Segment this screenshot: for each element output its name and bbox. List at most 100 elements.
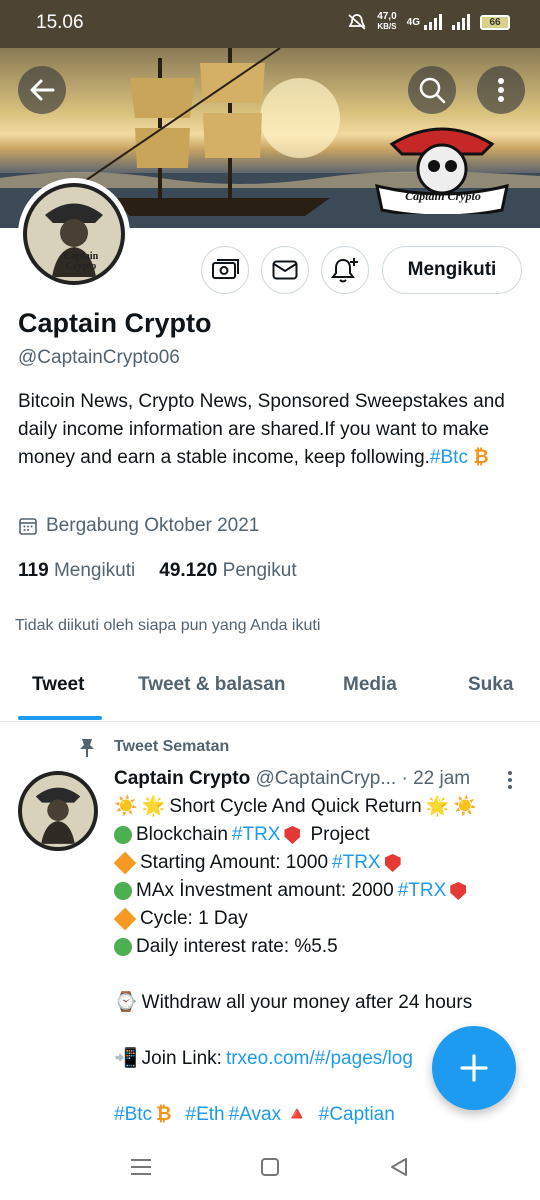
signal-icon-2 bbox=[452, 14, 470, 30]
net-speed-value: 47,0 bbox=[377, 11, 397, 22]
watch-emoji: ⌚ bbox=[114, 992, 138, 1013]
battery-icon: 66 bbox=[480, 14, 510, 30]
net-speed: 47,0 KB/S bbox=[377, 12, 396, 32]
hashtag-avax-link[interactable]: #Avax bbox=[229, 1101, 281, 1129]
tab-tweet[interactable]: Tweet bbox=[32, 674, 84, 696]
network-type: 4G bbox=[406, 16, 420, 28]
tweet-header: Captain Crypto @CaptainCryp... · 22 jam bbox=[114, 768, 499, 790]
tweet-line-2-end: Project bbox=[310, 824, 370, 845]
sun-emoji: ☀️ bbox=[453, 796, 478, 817]
green-circle-icon bbox=[114, 826, 132, 844]
arrow-left-icon bbox=[30, 79, 55, 101]
tweet-line: Blockchain #TRX Project bbox=[114, 821, 524, 849]
tab-media[interactable]: Media bbox=[343, 674, 397, 696]
bio-hashtag-link[interactable]: #Btc bbox=[430, 447, 468, 468]
vertical-dots-icon bbox=[498, 78, 504, 102]
following-button[interactable]: Mengikuti bbox=[382, 246, 522, 294]
hashtag-trx-link[interactable]: #TRX bbox=[232, 821, 281, 849]
plus-icon bbox=[460, 1054, 488, 1082]
mail-icon bbox=[272, 260, 298, 280]
battery-level: 66 bbox=[489, 16, 501, 28]
tweet-line-4-text: MAx İnvestment amount: 2000 bbox=[136, 880, 394, 901]
tweet-line-7-text: Withdraw all your money after 24 hours bbox=[141, 992, 473, 1013]
compose-tweet-button[interactable] bbox=[432, 1026, 516, 1110]
green-circle-icon bbox=[114, 938, 132, 956]
profile-handle: @CaptainCrypto06 bbox=[18, 347, 180, 368]
following-stat[interactable]: 119 Mengikuti bbox=[18, 560, 135, 582]
pirate-avatar-icon bbox=[35, 787, 81, 844]
tweet-author-handle[interactable]: @CaptainCryp... bbox=[255, 768, 396, 789]
pin-icon bbox=[80, 739, 94, 757]
status-bar: 15.06 47,0 KB/S 4G 66 bbox=[0, 0, 540, 48]
hashtag-trx-link[interactable]: #TRX bbox=[398, 877, 447, 905]
system-nav-bar bbox=[0, 1140, 540, 1200]
back-nav-icon[interactable] bbox=[389, 1157, 409, 1177]
tweet-line: Cycle: 1 Day bbox=[114, 905, 524, 933]
tweet-line-5-text: Cycle: 1 Day bbox=[140, 908, 248, 929]
star-emoji: 🌟 bbox=[425, 796, 450, 817]
red-triangle-emoji: 🔺 bbox=[285, 1104, 309, 1125]
search-button[interactable] bbox=[408, 66, 456, 114]
btc-emoji: ₿ bbox=[156, 1104, 172, 1125]
message-button[interactable] bbox=[261, 246, 309, 294]
tron-icon bbox=[384, 854, 401, 872]
hashtag-captian-link[interactable]: #Captian bbox=[319, 1101, 395, 1129]
following-label: Mengikuti bbox=[53, 560, 136, 581]
tip-button[interactable] bbox=[201, 246, 249, 294]
tweet-line: ⌚ Withdraw all your money after 24 hours bbox=[114, 989, 524, 1017]
followers-label: Pengikut bbox=[222, 560, 297, 581]
joined-text: Bergabung Oktober 2021 bbox=[46, 515, 260, 536]
mute-icon bbox=[348, 14, 366, 30]
home-icon[interactable] bbox=[260, 1157, 280, 1177]
money-icon bbox=[212, 259, 239, 279]
back-button[interactable] bbox=[18, 66, 66, 114]
status-time: 15.06 bbox=[36, 12, 84, 33]
hashtag-trx-link[interactable]: #TRX bbox=[332, 849, 381, 877]
profile-avatar[interactable]: Captain Crypto bbox=[18, 178, 130, 290]
tab-likes[interactable]: Suka bbox=[468, 674, 513, 696]
joined-date: Bergabung Oktober 2021 bbox=[18, 515, 259, 537]
tweet-line-1: Short Cycle And Quick Return bbox=[169, 796, 422, 817]
profile-bio: Bitcoin News, Crypto News, Sponsored Swe… bbox=[18, 388, 523, 472]
pinned-label: Tweet Sematan bbox=[78, 737, 229, 757]
more-options-button[interactable] bbox=[477, 66, 525, 114]
followers-count: 49.120 bbox=[159, 560, 218, 581]
star-emoji: 🌟 bbox=[141, 796, 166, 817]
tweet-line: Starting Amount: 1000 #TRX bbox=[114, 849, 524, 877]
profile-name: Captain Crypto bbox=[18, 308, 212, 338]
calendar-icon bbox=[19, 518, 37, 535]
tweet-author-name[interactable]: Captain Crypto bbox=[114, 768, 250, 789]
bell-plus-icon bbox=[331, 258, 358, 283]
tweet-line-8-text: Join Link: bbox=[141, 1048, 222, 1069]
tweet-line: MAx İnvestment amount: 2000 #TRX bbox=[114, 877, 524, 905]
tron-icon bbox=[284, 826, 301, 844]
hashtag-btc-link[interactable]: #Btc bbox=[114, 1101, 152, 1129]
recent-apps-icon[interactable] bbox=[131, 1158, 151, 1176]
phone-emoji: 📲 bbox=[114, 1048, 138, 1069]
search-icon bbox=[419, 77, 446, 104]
net-speed-unit: KB/S bbox=[377, 22, 397, 31]
banner-logo-text: Captain Crypto bbox=[405, 189, 481, 203]
tweet-separator: · bbox=[401, 768, 408, 789]
notify-button[interactable] bbox=[321, 246, 369, 294]
not-followed-note: Tidak diikuti oleh siapa pun yang Anda i… bbox=[15, 617, 321, 634]
tweet-more-button[interactable] bbox=[507, 770, 513, 790]
tab-tweet-replies[interactable]: Tweet & balasan bbox=[138, 674, 285, 696]
orange-diamond-icon bbox=[114, 907, 137, 931]
profile-tabs: Tweet Tweet & balasan Media Suka bbox=[0, 658, 540, 722]
tweet-line-3-text: Starting Amount: 1000 bbox=[140, 852, 329, 873]
bio-btc-emoji: ₿ bbox=[473, 447, 489, 468]
hashtag-eth-link[interactable]: #Eth bbox=[186, 1101, 225, 1129]
tweet-line-6-text: Daily interest rate: %5.5 bbox=[136, 936, 338, 957]
status-icons: 47,0 KB/S 4G 66 bbox=[347, 12, 510, 32]
tweet-avatar[interactable] bbox=[18, 771, 98, 851]
join-link[interactable]: trxeo.com/#/pages/log bbox=[226, 1045, 413, 1073]
following-count: 119 bbox=[18, 560, 49, 581]
followers-stat[interactable]: 49.120 Pengikut bbox=[159, 560, 296, 582]
green-circle-icon bbox=[114, 882, 132, 900]
follow-stats: 119 Mengikuti 49.120 Pengikut bbox=[18, 560, 297, 582]
tweet-line-2-text: Blockchain bbox=[136, 824, 228, 845]
pinned-text: Tweet Sematan bbox=[114, 738, 230, 755]
banner-logo: Captain Crypto bbox=[372, 114, 512, 218]
tweet-time[interactable]: 22 jam bbox=[413, 768, 470, 789]
